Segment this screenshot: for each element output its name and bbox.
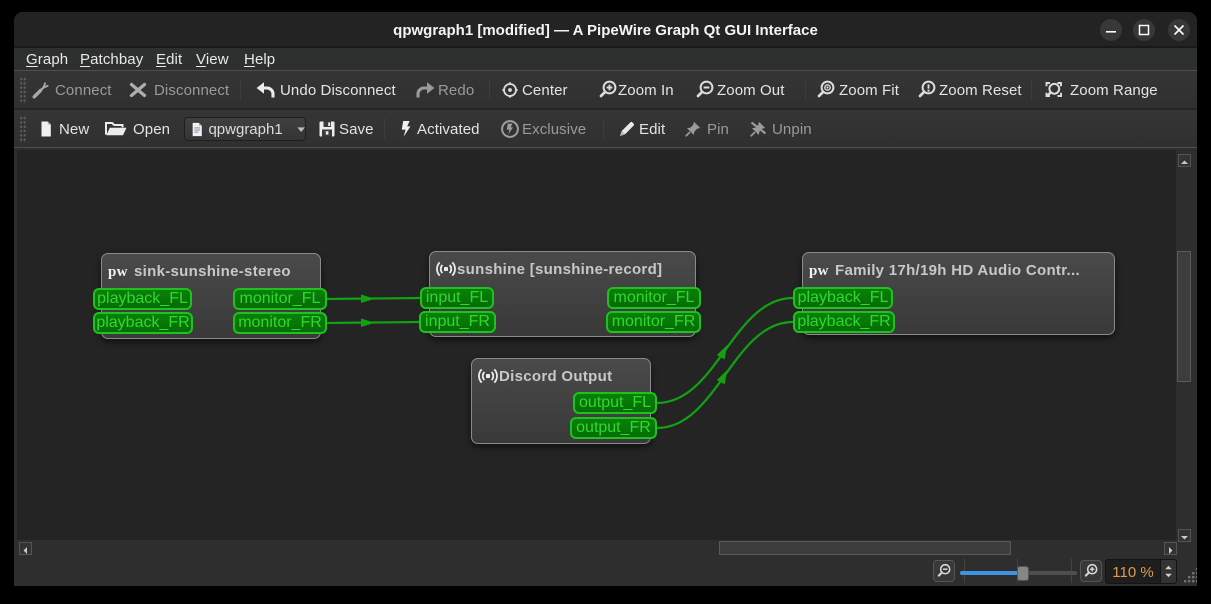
svg-text:pw: pw [809,263,829,278]
svg-text:pw: pw [108,264,128,279]
